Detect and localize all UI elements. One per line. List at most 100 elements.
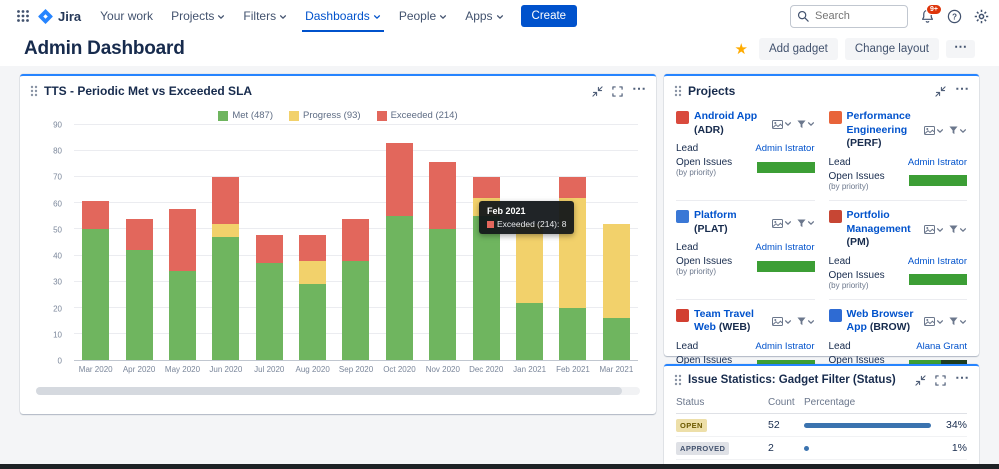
bottom-bar <box>0 464 999 469</box>
x-axis-label: May 2020 <box>161 361 204 377</box>
create-button[interactable]: Create <box>521 5 578 27</box>
lead-label: Lead <box>829 256 851 267</box>
chart-bar[interactable] <box>299 125 326 360</box>
help-button[interactable]: ? <box>947 9 962 24</box>
project-avatar-icon <box>676 111 689 124</box>
nav-item-apps[interactable]: Apps <box>456 0 512 32</box>
project-name-link[interactable]: Portfolio Management <box>847 209 911 235</box>
chevron-down-icon <box>373 13 381 21</box>
chart-y-axis: 0102030405060708090 <box>34 125 70 361</box>
thumbnail-icon <box>772 219 783 228</box>
gadget-menu-button[interactable]: ⋯ <box>632 86 646 96</box>
expand-gadget-button[interactable] <box>935 375 946 386</box>
drag-handle-icon[interactable] <box>30 85 38 97</box>
chart-bar[interactable] <box>559 125 586 360</box>
project-name-link[interactable]: Platform <box>694 209 737 221</box>
drag-handle-icon[interactable] <box>674 374 682 386</box>
chevron-down-icon <box>279 13 287 21</box>
add-gadget-button[interactable]: Add gadget <box>759 38 838 60</box>
chart-bar[interactable] <box>82 125 109 360</box>
open-issues-bar[interactable] <box>909 175 967 186</box>
chevron-down-icon <box>936 127 944 135</box>
app-switcher-icon[interactable] <box>10 9 36 23</box>
chart-bar[interactable] <box>516 125 543 360</box>
nav-items: Your workProjectsFiltersDashboardsPeople… <box>91 0 512 32</box>
project-view-dropdown[interactable] <box>924 111 944 151</box>
project-lead-link[interactable]: Alana Grant <box>916 341 967 352</box>
fullscreen-icon <box>935 375 946 386</box>
open-issues-label: Open Issues <box>676 256 732 267</box>
project-view-dropdown[interactable] <box>772 111 792 137</box>
status-badge[interactable]: APPROVED <box>676 442 729 455</box>
gadget-menu-button[interactable]: ⋯ <box>955 375 969 385</box>
project-lead-link[interactable]: Admin Istrator <box>908 157 967 168</box>
y-axis-label: 50 <box>53 225 62 234</box>
open-issues-label: Open Issues <box>829 270 885 281</box>
bar-segment <box>299 235 326 261</box>
nav-item-dashboards[interactable]: Dashboards <box>296 0 390 32</box>
jira-logo[interactable]: Jira <box>38 9 81 24</box>
project-view-dropdown[interactable] <box>772 309 792 335</box>
nav-item-filters[interactable]: Filters <box>234 0 296 32</box>
project-filter-dropdown[interactable] <box>797 111 815 137</box>
x-axis-label: Jan 2021 <box>508 361 551 377</box>
chevron-down-icon <box>807 318 815 326</box>
chart-bar[interactable] <box>126 125 153 360</box>
nav-item-your-work[interactable]: Your work <box>91 0 162 32</box>
chart-bar[interactable] <box>603 125 630 360</box>
project-filter-dropdown[interactable] <box>949 111 967 151</box>
project-filter-dropdown[interactable] <box>797 309 815 335</box>
bar-segment <box>342 219 369 261</box>
settings-button[interactable] <box>974 9 989 24</box>
project-card: Portfolio Management (PM) Lead Admin Istra… <box>829 201 968 300</box>
project-view-dropdown[interactable] <box>772 210 792 236</box>
project-key: (PM) <box>847 236 870 248</box>
project-name-link[interactable]: Android App <box>694 110 757 122</box>
by-priority-label: (by priority) <box>676 267 732 276</box>
chart-plot <box>74 125 638 361</box>
bar-segment <box>429 229 456 360</box>
chevron-down-icon <box>217 13 225 21</box>
expand-gadget-button[interactable] <box>612 86 623 97</box>
chart-bar[interactable] <box>256 125 283 360</box>
change-layout-button[interactable]: Change layout <box>845 38 939 60</box>
minimize-gadget-button[interactable] <box>935 86 946 97</box>
dashboard-more-button[interactable]: ⋯ <box>946 40 975 58</box>
chart-scrollbar-thumb[interactable] <box>36 387 622 395</box>
project-filter-dropdown[interactable] <box>797 210 815 236</box>
minimize-gadget-button[interactable] <box>915 375 926 386</box>
x-axis-label: Sep 2020 <box>334 361 377 377</box>
minimize-gadget-button[interactable] <box>592 86 603 97</box>
status-badge[interactable]: OPEN <box>676 419 707 432</box>
open-issues-bar[interactable] <box>757 162 815 173</box>
y-axis-label: 70 <box>53 173 62 182</box>
project-view-dropdown[interactable] <box>924 309 944 335</box>
nav-item-projects[interactable]: Projects <box>162 0 234 32</box>
notifications-button[interactable]: 9+ <box>920 9 935 24</box>
project-view-dropdown[interactable] <box>924 210 944 250</box>
collapse-icon <box>592 86 603 97</box>
open-issues-label: Open Issues <box>829 171 885 182</box>
chart-bar[interactable] <box>386 125 413 360</box>
bar-segment <box>299 284 326 360</box>
drag-handle-icon[interactable] <box>674 85 682 97</box>
open-issues-bar[interactable] <box>757 261 815 272</box>
percentage-value: 1% <box>937 442 967 454</box>
project-filter-dropdown[interactable] <box>949 309 967 335</box>
project-lead-link[interactable]: Admin Istrator <box>755 242 814 253</box>
project-filter-dropdown[interactable] <box>949 210 967 250</box>
gadget-menu-button[interactable]: ⋯ <box>955 86 969 96</box>
chart-bar[interactable] <box>342 125 369 360</box>
chart-bar[interactable] <box>212 125 239 360</box>
nav-item-people[interactable]: People <box>390 0 456 32</box>
project-lead-link[interactable]: Admin Istrator <box>755 143 814 154</box>
open-issues-bar[interactable] <box>909 274 967 285</box>
project-lead-link[interactable]: Admin Istrator <box>908 256 967 267</box>
chart-bar[interactable] <box>169 125 196 360</box>
chart-bar[interactable] <box>429 125 456 360</box>
chart-bar[interactable] <box>473 125 500 360</box>
project-lead-link[interactable]: Admin Istrator <box>755 341 814 352</box>
chart-x-axis: Mar 2020Apr 2020May 2020Jun 2020Jul 2020… <box>74 361 638 377</box>
project-name-link[interactable]: Performance Engineering <box>847 110 911 136</box>
favorite-star-icon[interactable]: ★ <box>731 42 752 57</box>
